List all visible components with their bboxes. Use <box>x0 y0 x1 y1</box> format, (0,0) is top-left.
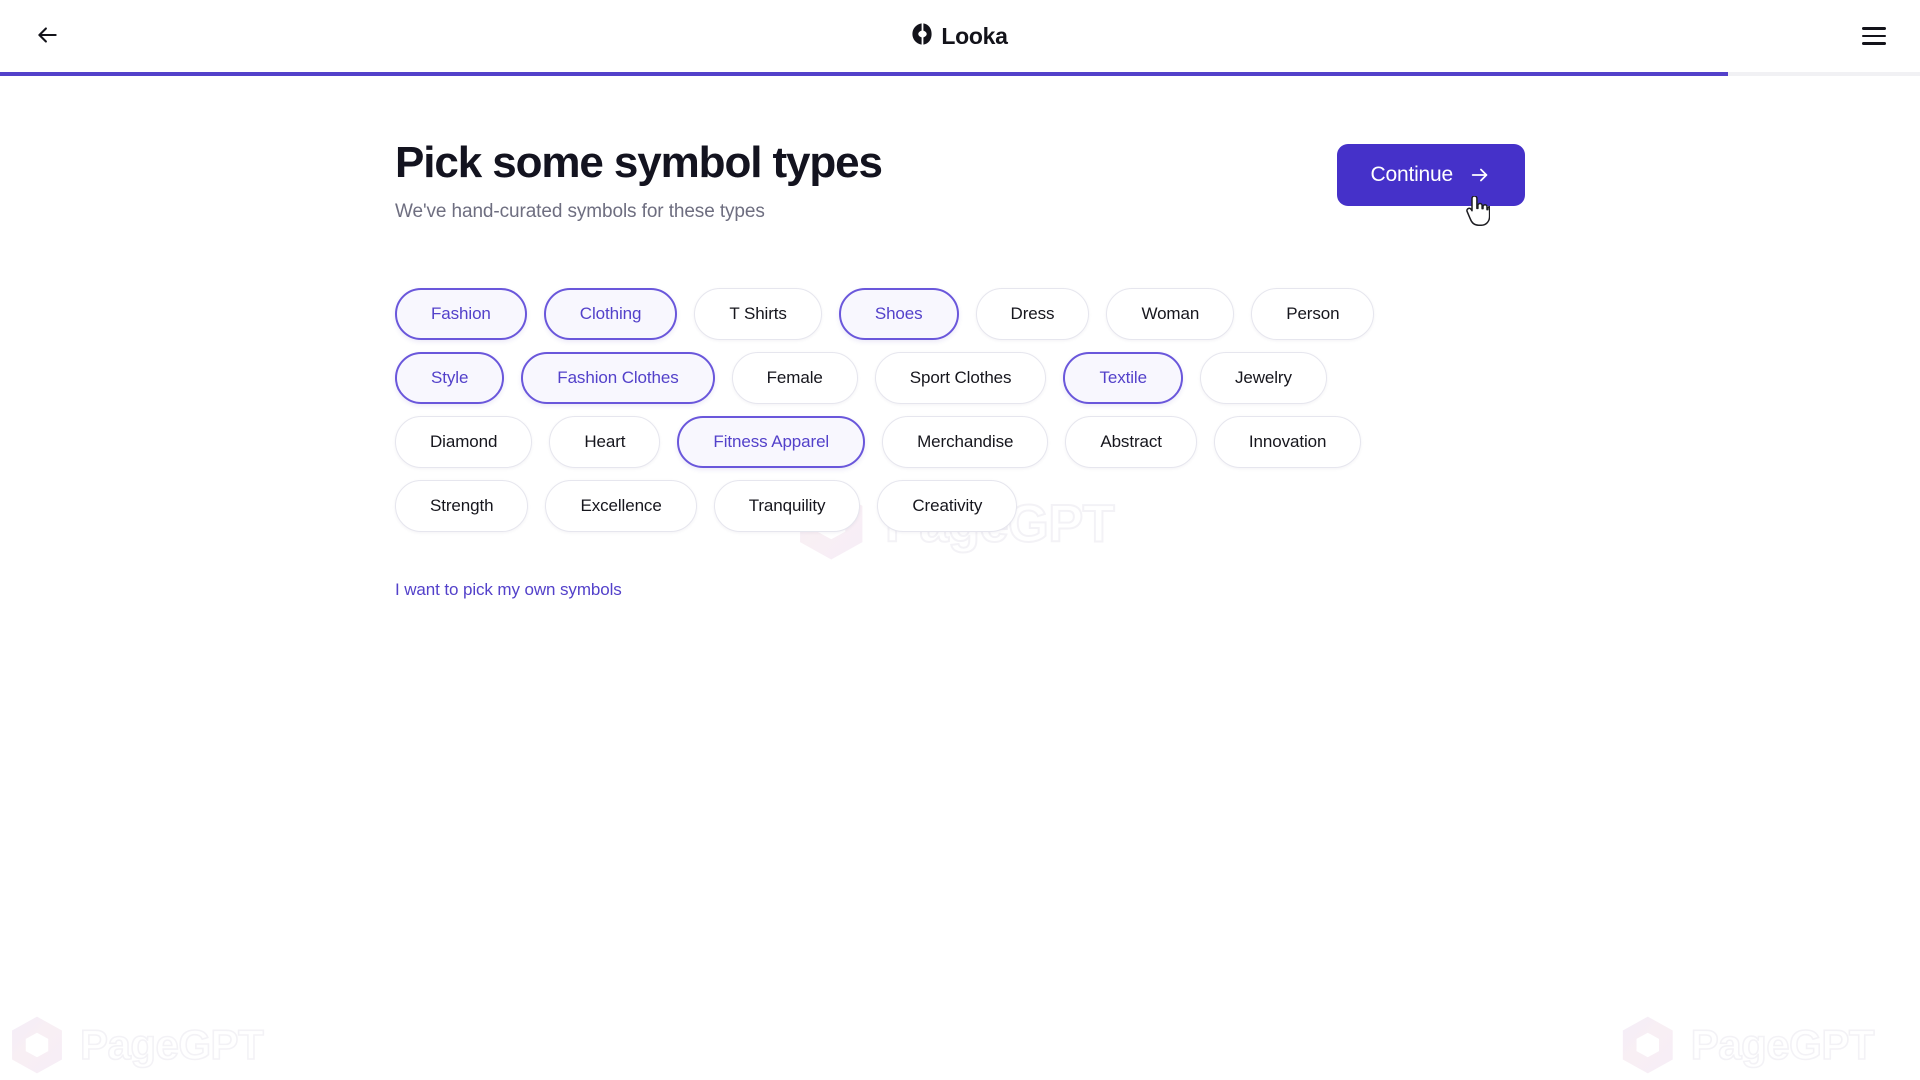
hamburger-line <box>1862 34 1886 38</box>
watermark-bottom-left: PageGPT <box>8 1016 265 1074</box>
symbol-type-pill-tranquility[interactable]: Tranquility <box>713 480 861 533</box>
continue-button-label: Continue <box>1370 163 1454 186</box>
progress-bar-fill <box>0 72 1728 76</box>
brand-name: Looka <box>941 22 1008 49</box>
symbol-type-pill-clothing[interactable]: Clothing <box>543 288 678 341</box>
symbol-type-pill-merchandise[interactable]: Merchandise <box>882 416 1049 469</box>
looka-logo-mark-icon <box>912 22 932 50</box>
symbol-type-pill-female[interactable]: Female <box>731 352 858 405</box>
hexagon-logo-icon <box>1619 1016 1677 1074</box>
watermark-label: PageGPT <box>1690 1020 1875 1069</box>
symbol-type-pill-woman[interactable]: Woman <box>1106 288 1235 341</box>
title-row: Pick some symbol types We've hand-curate… <box>395 76 1920 223</box>
symbol-type-row: Style Fashion Clothes Female Sport Clothes T… <box>395 352 1920 405</box>
watermark-label: PageGPT <box>79 1020 264 1069</box>
symbol-type-pill-style[interactable]: Style <box>395 352 505 405</box>
hamburger-line <box>1862 42 1886 45</box>
continue-button[interactable]: Continue <box>1336 144 1525 206</box>
symbol-type-row: Strength Excellence Tranquility Creativity <box>395 480 1920 533</box>
symbol-type-pill-heart[interactable]: Heart <box>549 416 661 469</box>
page-title: Pick some symbol types <box>395 138 883 187</box>
hexagon-logo-icon <box>8 1016 66 1074</box>
app-header: Looka <box>0 0 1920 72</box>
symbol-type-pill-fashion[interactable]: Fashion <box>395 288 527 341</box>
symbol-type-pill-sport-clothes[interactable]: Sport Clothes <box>874 352 1047 405</box>
arrow-left-icon <box>34 22 60 51</box>
arrow-right-icon <box>1469 164 1491 186</box>
page-subtitle: We've hand-curated symbols for these typ… <box>395 201 765 223</box>
back-button[interactable] <box>24 13 70 59</box>
watermark-bottom-right: PageGPT <box>1619 1016 1875 1074</box>
symbol-type-row: Diamond Heart Fitness Apparel Merchandise Ab… <box>395 416 1920 469</box>
symbol-type-pill-creativity[interactable]: Creativity <box>877 480 1018 533</box>
symbol-type-pill-strength[interactable]: Strength <box>395 480 529 533</box>
brand-logo: Looka <box>0 22 1920 50</box>
symbol-type-pill-dress[interactable]: Dress <box>975 288 1090 341</box>
symbol-type-pill-person[interactable]: Person <box>1251 288 1375 341</box>
main-content: Pick some symbol types We've hand-curate… <box>0 76 1920 600</box>
symbol-type-pill-fashion-clothes[interactable]: Fashion Clothes <box>521 352 715 405</box>
symbol-type-pill-jewelry[interactable]: Jewelry <box>1199 352 1327 405</box>
hamburger-menu-button[interactable] <box>1852 14 1896 58</box>
symbol-type-row: Fashion Clothing T Shirts Shoes Dress Woman Pe… <box>395 288 1920 341</box>
symbol-type-list: Fashion Clothing T Shirts Shoes Dress Woman Pe… <box>395 288 1920 533</box>
symbol-type-pill-abstract[interactable]: Abstract <box>1065 416 1197 469</box>
symbol-type-pill-shoes[interactable]: Shoes <box>838 288 959 341</box>
progress-bar-track <box>0 72 1920 76</box>
symbol-type-pill-t-shirts[interactable]: T Shirts <box>694 288 822 341</box>
symbol-type-pill-excellence[interactable]: Excellence <box>545 480 697 533</box>
symbol-type-pill-textile[interactable]: Textile <box>1063 352 1183 405</box>
pick-own-symbols-link[interactable]: I want to pick my own symbols <box>395 580 622 600</box>
title-block: Pick some symbol types We've hand-curate… <box>395 138 1337 223</box>
symbol-type-pill-diamond[interactable]: Diamond <box>395 416 533 469</box>
symbol-type-pill-innovation[interactable]: Innovation <box>1213 416 1362 469</box>
symbol-type-pill-fitness-apparel[interactable]: Fitness Apparel <box>677 416 866 469</box>
hamburger-line <box>1862 27 1886 30</box>
